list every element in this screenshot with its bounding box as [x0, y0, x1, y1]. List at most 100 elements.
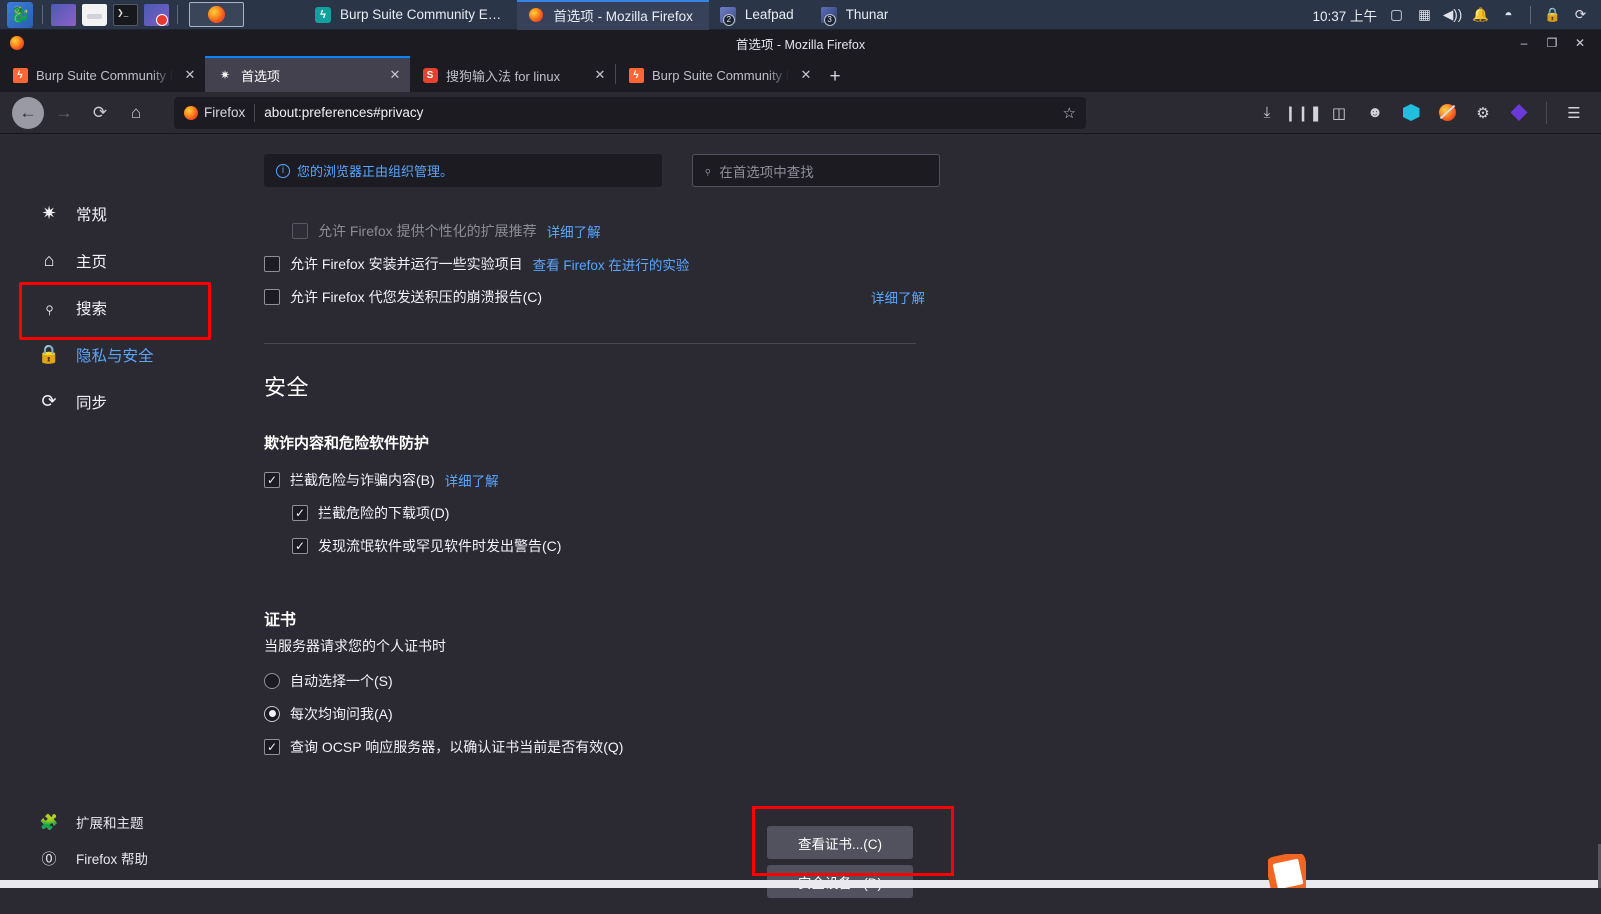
sidebar-item-privacy-security[interactable]: 🔒 隐私与安全 [30, 331, 239, 378]
thunar-icon: 3 [820, 6, 838, 26]
tab-strip: ϟ Burp Suite Community Ed ✕ ✷ 首选项 ✕ S 搜狗… [0, 56, 1601, 92]
learn-more-link[interactable]: 详细了解 [445, 470, 499, 490]
crash-reports-checkbox[interactable] [264, 288, 280, 305]
preferences-search-input[interactable]: ⌕ 在首选项中查找 [692, 154, 940, 187]
row-ocsp-query[interactable]: ✓ 查询 OCSP 响应服务器，以确认证书当前是否有效(Q) [264, 730, 925, 763]
app-menu-icon[interactable]: ☰ [1561, 100, 1587, 126]
preferences-content: i 您的浏览器正由组织管理。 ⌕ 在首选项中查找 允许 Firefox 提供个性… [255, 134, 1601, 914]
sidebar-item-general[interactable]: ✷ 常规 [30, 190, 239, 237]
tab-close-icon[interactable]: ✕ [181, 67, 199, 83]
row-label: 查询 OCSP 响应服务器，以确认证书当前是否有效(Q) [290, 738, 624, 755]
taskbar-window-label: Burp Suite Community E… [340, 7, 502, 22]
url-input[interactable]: about:preferences#privacy [264, 105, 1053, 120]
close-button[interactable]: ✕ [1573, 36, 1587, 50]
organization-notice[interactable]: i 您的浏览器正由组织管理。 [264, 154, 662, 187]
row-block-dangerous-downloads[interactable]: ✓ 拦截危险的下载项(D) [264, 496, 925, 529]
extension-recommendations-checkbox[interactable] [292, 222, 308, 239]
sidebar-item-sync[interactable]: ⟳ 同步 [30, 378, 239, 425]
preferences-page: ✷ 常规 ⌂ 主页 ⌕ 搜索 🔒 隐私与安全 ⟳ 同步 � [0, 134, 1601, 914]
new-tab-button[interactable]: + [821, 62, 849, 92]
learn-more-link[interactable]: 详细了解 [871, 287, 925, 307]
tab-close-icon[interactable]: ✕ [797, 67, 815, 83]
ask-every-time-radio[interactable] [264, 705, 280, 722]
sidebar-item-label: 常规 [76, 206, 108, 224]
row-warn-unwanted-software[interactable]: ✓ 发现流氓软件或罕见软件时发出警告(C) [264, 529, 925, 562]
lock-icon[interactable]: 🔒 [1544, 6, 1561, 23]
sidebar-item-firefox-help[interactable]: ⓪ Firefox 帮助 [30, 840, 239, 876]
block-dangerous-downloads-checkbox[interactable]: ✓ [292, 504, 308, 521]
studies-checkbox[interactable] [264, 255, 280, 272]
taskbar-window-label: Leafpad [744, 7, 794, 22]
tab-burp-1[interactable]: ϟ Burp Suite Community Ed ✕ [0, 58, 205, 92]
taskbar-window-burp-1[interactable]: ϟ Burp Suite Community E… [304, 0, 517, 30]
certificates-button-column: 查看证书...(C) 安全设备...(D) [767, 826, 913, 904]
navigation-toolbar: ← → ⟳ ⌂ Firefox about:preferences#privac… [0, 92, 1601, 134]
url-bar[interactable]: Firefox about:preferences#privacy ☆ [174, 96, 1086, 129]
block-dangerous-content-checkbox[interactable]: ✓ [264, 471, 280, 488]
extension-wappalyzer-icon[interactable] [1506, 100, 1532, 126]
keyboard-icon[interactable]: ▦ [1416, 6, 1433, 23]
select-automatically-radio[interactable] [264, 672, 280, 689]
ocsp-query-checkbox[interactable]: ✓ [264, 738, 280, 755]
extension-hackbar-icon[interactable] [1398, 100, 1424, 126]
extension-foxyproxy-icon[interactable] [1434, 100, 1460, 126]
sidebar-item-search[interactable]: ⌕ 搜索 [30, 284, 239, 331]
sidebar-bottom-group: 🧩 扩展和主题 ⓪ Firefox 帮助 [0, 804, 255, 876]
tab-close-icon[interactable]: ✕ [386, 67, 404, 83]
taskbar-launcher-group: 🐉 [0, 0, 244, 29]
home-button[interactable]: ⌂ [120, 97, 152, 129]
tab-close-icon[interactable]: ✕ [591, 67, 609, 83]
warn-unwanted-software-checkbox[interactable]: ✓ [292, 537, 308, 554]
sidebar-item-label: 扩展和主题 [76, 816, 144, 831]
row-block-dangerous-content[interactable]: ✓ 拦截危险与诈骗内容(B) 详细了解 [264, 463, 925, 496]
sidebar-icon[interactable]: ◫ [1326, 100, 1352, 126]
taskbar-window-leafpad[interactable]: 2 Leafpad [709, 0, 810, 30]
sidebar-item-home[interactable]: ⌂ 主页 [30, 237, 239, 284]
kali-menu-icon[interactable]: 🐉 [7, 1, 33, 28]
files-app-icon[interactable] [51, 3, 76, 26]
downloads-icon[interactable]: ⤓ [1254, 100, 1280, 126]
firefox-launcher[interactable] [189, 2, 244, 27]
logout-icon[interactable]: ⟳ [1572, 6, 1589, 23]
tab-burp-2[interactable]: ϟ Burp Suite Community Ed ✕ [616, 58, 821, 92]
row-select-automatically[interactable]: 自动选择一个(S) [264, 664, 925, 697]
view-certificates-button[interactable]: 查看证书...(C) [767, 826, 913, 859]
tab-preferences[interactable]: ✷ 首选项 ✕ [205, 56, 410, 92]
row-label: 发现流氓软件或罕见软件时发出警告(C) [318, 537, 562, 554]
reload-button[interactable]: ⟳ [84, 97, 116, 129]
row-ask-every-time[interactable]: 每次均询问我(A) [264, 697, 925, 730]
library-icon[interactable]: ❙❙❚ [1284, 100, 1322, 126]
terminal-icon[interactable] [113, 3, 138, 26]
help-icon: ⓪ [41, 850, 57, 868]
maximize-button[interactable]: ❐ [1545, 36, 1559, 50]
row-extension-recommendations[interactable]: 允许 Firefox 提供个性化的扩展推荐 详细了解 [264, 214, 925, 247]
forward-button[interactable]: → [48, 97, 80, 129]
taskbar-window-thunar[interactable]: 3 Thunar [810, 0, 905, 30]
bookmark-star-icon[interactable]: ☆ [1063, 104, 1076, 122]
file-manager-icon[interactable] [82, 3, 107, 26]
account-icon[interactable]: ☻ [1362, 100, 1388, 126]
screen-recorder-icon[interactable] [144, 3, 169, 26]
taskbar-clock[interactable]: 10:37 上午 [1312, 5, 1377, 25]
learn-more-link[interactable]: 详细了解 [547, 221, 601, 241]
power-icon[interactable]: ◓ [1500, 6, 1517, 23]
row-crash-reports[interactable]: 允许 Firefox 代您发送积压的崩溃报告(C) 详细了解 [264, 280, 925, 313]
burp-icon: ϟ [314, 6, 332, 24]
taskbar-window-firefox[interactable]: 首选项 - Mozilla Firefox [517, 0, 709, 30]
organization-notice-text: 您的浏览器正由组织管理。 [297, 164, 454, 179]
window-count-badge: 3 [823, 13, 836, 26]
row-studies[interactable]: 允许 Firefox 安装并运行一些实验项目 查看 Firefox 在进行的实验 [264, 247, 925, 280]
sidebar-item-label: 隐私与安全 [76, 347, 154, 365]
tab-sogou[interactable]: S 搜狗输入法 for linux ✕ [410, 58, 615, 92]
search-icon: ⌕ [699, 162, 716, 179]
back-button[interactable]: ← [12, 96, 44, 129]
tab-label: 搜狗输入法 for linux [446, 68, 561, 84]
extension-settings-icon[interactable]: ⚙ [1470, 100, 1496, 126]
view-studies-link[interactable]: 查看 Firefox 在进行的实验 [533, 254, 690, 274]
minimize-button[interactable]: – [1517, 36, 1531, 50]
notification-bell-icon[interactable]: 🔔 [1472, 6, 1489, 23]
display-icon[interactable]: ▢ [1388, 6, 1405, 23]
volume-icon[interactable]: ◀)) [1443, 6, 1462, 23]
sidebar-item-extensions-themes[interactable]: 🧩 扩展和主题 [30, 804, 239, 840]
